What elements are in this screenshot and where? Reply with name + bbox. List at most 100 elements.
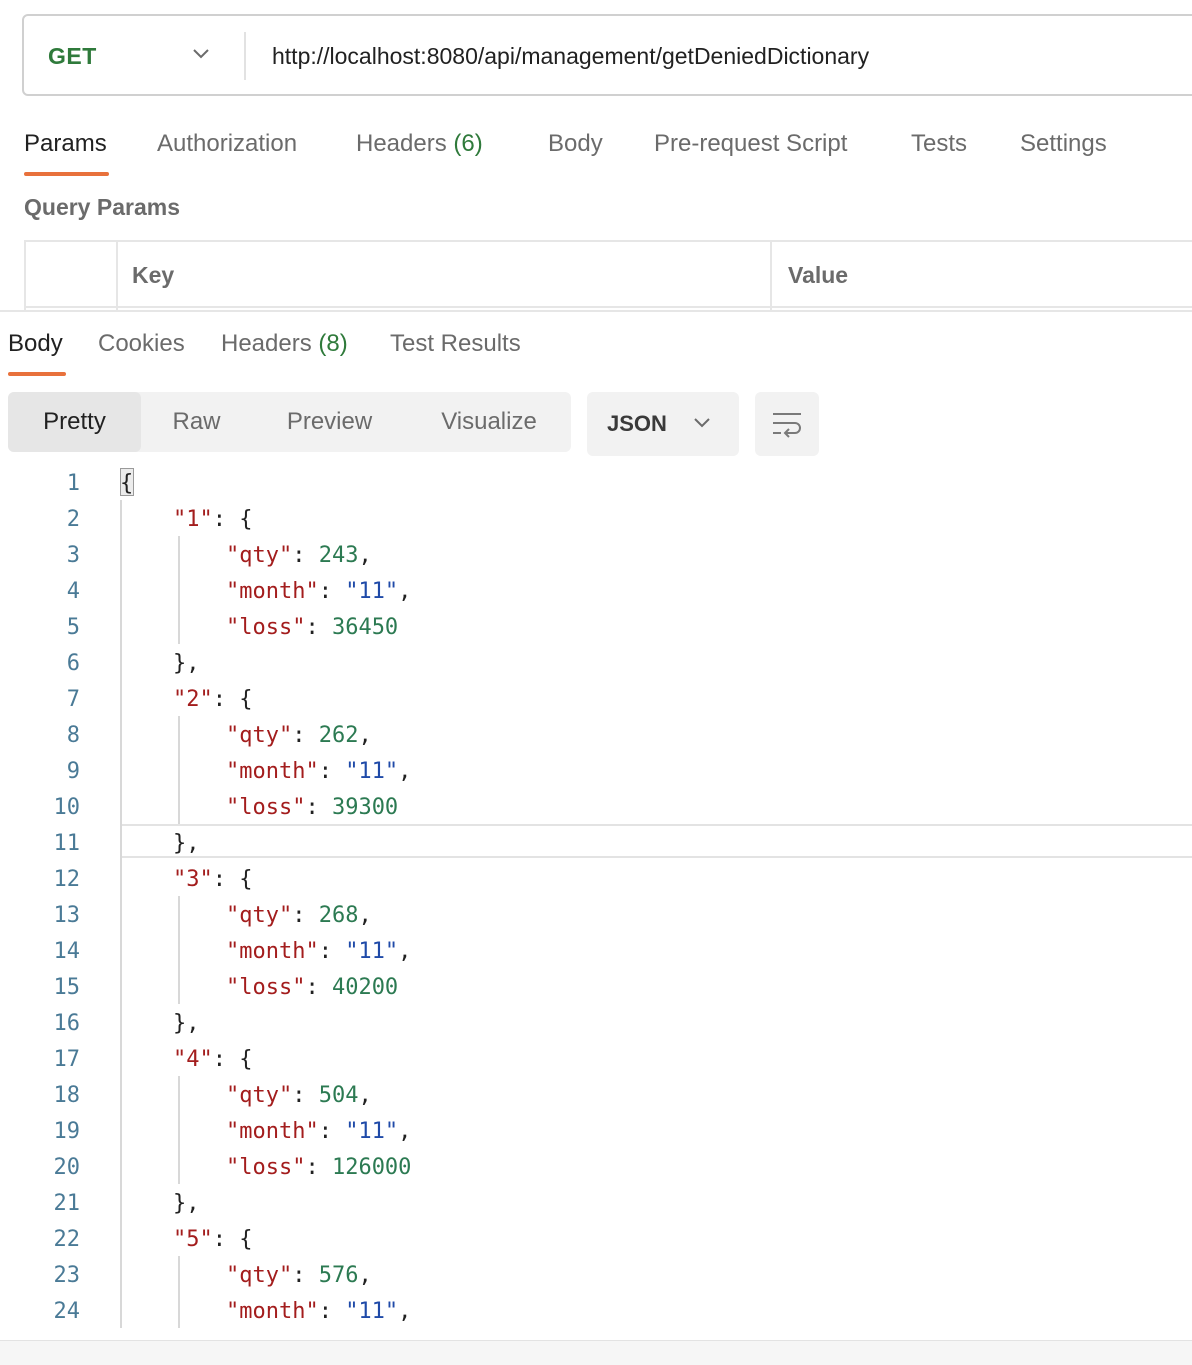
- json-punctuation: :: [318, 1299, 346, 1324]
- json-punctuation: ,: [398, 759, 412, 784]
- pane-resize-handle[interactable]: [0, 310, 1192, 312]
- json-punctuation: ,: [398, 939, 412, 964]
- json-punctuation: : {: [212, 687, 253, 712]
- code-line: "qty": 243,: [120, 538, 372, 574]
- code-line: },: [120, 826, 200, 862]
- json-punctuation: },: [120, 651, 200, 676]
- tab-pre-request-script[interactable]: Pre-request Script: [654, 124, 847, 176]
- line-number: 1: [66, 471, 80, 496]
- tab-label: Params: [24, 130, 107, 157]
- checkbox-column: [26, 242, 118, 312]
- visualize-button[interactable]: Visualize: [407, 392, 571, 452]
- code-line: "qty": 262,: [120, 718, 372, 754]
- wrap-lines-button[interactable]: [755, 392, 819, 456]
- code-line: "month": "11",: [120, 754, 411, 790]
- json-key: "qty": [225, 543, 293, 568]
- line-number: 14: [53, 939, 81, 964]
- json-key: "month": [225, 939, 319, 964]
- chevron-down-icon: [694, 418, 710, 428]
- code-line: "month": "11",: [120, 574, 411, 610]
- json-punctuation: : {: [212, 867, 253, 892]
- json-punctuation: [120, 1119, 226, 1144]
- json-key: "month": [225, 759, 319, 784]
- json-punctuation: {: [120, 471, 134, 496]
- tab-response-body[interactable]: Body: [8, 324, 63, 376]
- tab-label: Authorization: [157, 130, 298, 157]
- json-punctuation: [120, 615, 226, 640]
- query-params-title: Query Params: [24, 194, 180, 220]
- response-tabs: Body Cookies Headers (8) Test Results: [0, 324, 1192, 380]
- url-input[interactable]: http://localhost:8080/api/management/get…: [272, 16, 869, 96]
- chevron-down-icon[interactable]: [192, 48, 210, 60]
- line-number: 19: [53, 1119, 81, 1144]
- line-number: 22: [53, 1227, 81, 1252]
- tab-params[interactable]: Params: [24, 124, 107, 176]
- json-number: 268: [318, 903, 359, 928]
- line-number: 21: [53, 1191, 81, 1216]
- wrap-lines-icon: [773, 413, 801, 438]
- json-string: "11": [345, 759, 399, 784]
- code-line: "month": "11",: [120, 934, 411, 970]
- json-key: "loss": [225, 975, 306, 1000]
- tab-label: Headers: [221, 330, 312, 357]
- json-punctuation: ,: [358, 1263, 372, 1288]
- tab-count: (8): [318, 330, 348, 357]
- json-key: "month": [225, 1119, 319, 1144]
- json-key: "qty": [225, 903, 293, 928]
- json-punctuation: [120, 795, 226, 820]
- pretty-button[interactable]: Pretty: [8, 392, 141, 452]
- tab-test-results[interactable]: Test Results: [390, 324, 521, 376]
- json-punctuation: ,: [358, 723, 372, 748]
- json-key: "month": [225, 1299, 319, 1324]
- line-number: 12: [53, 867, 81, 892]
- tab-body[interactable]: Body: [548, 124, 603, 176]
- json-punctuation: :: [292, 723, 319, 748]
- json-punctuation: [120, 1299, 226, 1324]
- json-punctuation: [120, 903, 226, 928]
- json-punctuation: :: [292, 1083, 319, 1108]
- tab-response-headers[interactable]: Headers (8): [221, 324, 348, 376]
- json-punctuation: [120, 543, 226, 568]
- json-punctuation: :: [305, 615, 332, 640]
- method-select[interactable]: GET: [48, 16, 97, 96]
- json-punctuation: [120, 687, 173, 712]
- json-punctuation: [120, 867, 173, 892]
- json-punctuation: ,: [398, 579, 412, 604]
- line-number: 9: [66, 759, 80, 784]
- code-line: "month": "11",: [120, 1114, 411, 1150]
- json-punctuation: :: [318, 759, 346, 784]
- key-column-header: Key: [132, 261, 175, 288]
- tab-tests[interactable]: Tests: [911, 124, 967, 176]
- preview-button[interactable]: Preview: [252, 392, 407, 452]
- tab-headers[interactable]: Headers (6): [356, 124, 483, 176]
- code-line: "loss": 126000: [120, 1150, 411, 1186]
- line-number: 5: [66, 615, 80, 640]
- json-key: "4": [172, 1047, 213, 1072]
- format-select[interactable]: JSON: [587, 392, 739, 456]
- json-punctuation: :: [305, 1155, 332, 1180]
- line-number: 11: [53, 831, 81, 856]
- code-line: },: [120, 1006, 200, 1042]
- raw-button[interactable]: Raw: [141, 392, 252, 452]
- response-body-editor[interactable]: 1{2 "1": {3 "qty": 243, 4 "month": "11", 5…: [0, 464, 1192, 1328]
- tab-settings[interactable]: Settings: [1020, 124, 1107, 176]
- json-punctuation: },: [120, 1011, 200, 1036]
- json-punctuation: ,: [398, 1299, 412, 1324]
- code-line: },: [120, 646, 200, 682]
- code-line: "month": "11",: [120, 1294, 411, 1328]
- json-key: "3": [172, 867, 213, 892]
- request-url-bar: GET http://localhost:8080/api/management…: [22, 14, 1192, 96]
- code-line: "1": {: [120, 502, 253, 538]
- view-mode-switcher: Pretty Raw Preview Visualize: [8, 392, 571, 452]
- line-number: 3: [66, 543, 80, 568]
- code-line: "5": {: [120, 1222, 253, 1258]
- json-key: "loss": [225, 1155, 306, 1180]
- line-number: 8: [66, 723, 80, 748]
- tab-authorization[interactable]: Authorization: [157, 124, 297, 176]
- json-key: "1": [172, 507, 213, 532]
- code-line: "qty": 504,: [120, 1078, 372, 1114]
- line-number: 18: [53, 1083, 81, 1108]
- json-punctuation: [120, 507, 173, 532]
- tab-cookies[interactable]: Cookies: [98, 324, 185, 376]
- tab-label: Body: [548, 130, 603, 157]
